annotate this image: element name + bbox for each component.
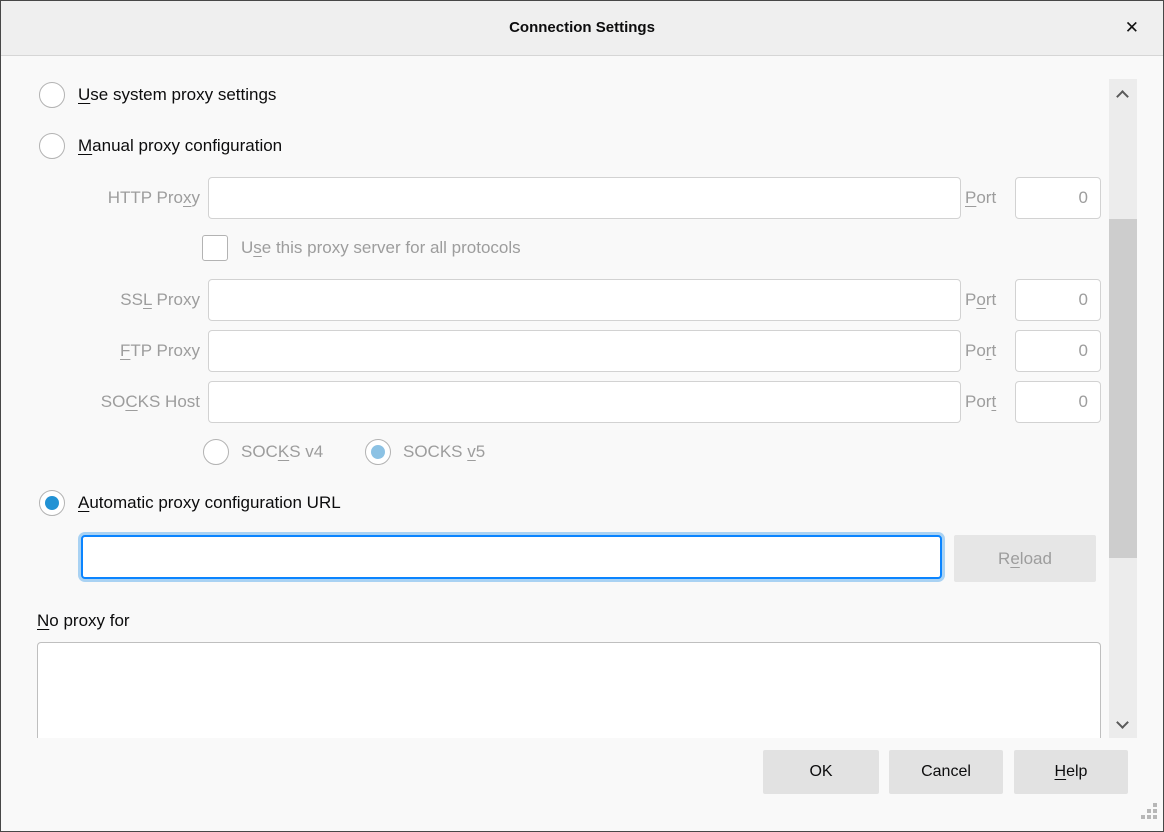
http-port-input[interactable] — [1015, 177, 1101, 219]
scroll-down-icon[interactable] — [1116, 716, 1129, 729]
accesskey-underline: K — [278, 442, 289, 461]
radio-dot — [371, 445, 385, 459]
label-text: o proxy for — [49, 611, 129, 630]
label-text: load — [1020, 549, 1052, 569]
label-text: SOCKS — [403, 442, 467, 461]
accesskey-underline: H — [1055, 763, 1067, 781]
dialog-title: Connection Settings — [1, 1, 1163, 55]
label-use-system-proxy[interactable]: Use system proxy settings — [78, 82, 276, 108]
label-text: utomatic proxy configuration URL — [89, 493, 340, 512]
ssl-proxy-input[interactable] — [208, 279, 961, 321]
help-button[interactable]: Help — [1014, 750, 1128, 794]
radio-automatic-proxy[interactable] — [39, 490, 65, 516]
label-ftp-port: Port — [965, 330, 996, 372]
accesskey-underline: F — [120, 341, 130, 360]
checkbox-share-proxy[interactable] — [202, 235, 228, 261]
reload-button[interactable]: Reload — [954, 535, 1096, 582]
label-text: anual proxy configuration — [92, 136, 282, 155]
accesskey-underline: P — [965, 188, 976, 207]
label-share-proxy[interactable]: Use this proxy server for all protocols — [241, 235, 521, 261]
label-text: y — [192, 188, 201, 207]
label-ftp-proxy: FTP Proxy — [1, 330, 200, 372]
accesskey-underline: s — [253, 238, 262, 257]
accesskey-underline: N — [37, 611, 49, 630]
ftp-port-input[interactable] — [1015, 330, 1101, 372]
accesskey-underline: x — [183, 188, 192, 207]
titlebar: Connection Settings ✕ — [1, 1, 1163, 56]
socks-port-input[interactable] — [1015, 381, 1101, 423]
label-manual-proxy[interactable]: Manual proxy configuration — [78, 133, 282, 159]
label-text: t — [991, 341, 996, 360]
label-text: 5 — [476, 442, 485, 461]
label-automatic-proxy[interactable]: Automatic proxy configuration URL — [78, 490, 341, 516]
radio-manual-proxy[interactable] — [39, 133, 65, 159]
no-proxy-textarea[interactable] — [37, 642, 1101, 738]
label-http-port: Port — [965, 177, 996, 219]
close-icon[interactable]: ✕ — [1119, 1, 1145, 55]
label-text: se system proxy settings — [90, 85, 276, 104]
accesskey-underline: C — [125, 392, 137, 411]
radio-dot — [45, 496, 59, 510]
label-ssl-proxy: SSL Proxy — [1, 279, 200, 321]
label-text: elp — [1066, 763, 1087, 781]
accesskey-underline: M — [78, 136, 92, 155]
label-no-proxy-for: No proxy for — [37, 608, 130, 634]
accesskey-underline: A — [78, 493, 89, 512]
socks-host-input[interactable] — [208, 381, 961, 423]
ok-button[interactable]: OK — [763, 750, 879, 794]
scrollbar[interactable] — [1109, 79, 1137, 738]
label-text: Proxy — [152, 290, 200, 309]
label-text: R — [998, 549, 1010, 569]
accesskey-underline: o — [976, 290, 985, 309]
label-text: rt — [986, 290, 996, 309]
label-text: SO — [101, 392, 126, 411]
label-text: TP Proxy — [130, 341, 200, 360]
label-socks-v4[interactable]: SOCKS v4 — [241, 439, 323, 465]
label-text: ort — [976, 188, 996, 207]
radio-use-system-proxy[interactable] — [39, 82, 65, 108]
scrollbar-thumb[interactable] — [1109, 219, 1137, 558]
label-socks-host: SOCKS Host — [1, 381, 200, 423]
resize-grip-icon[interactable] — [1141, 803, 1145, 807]
label-text: SOC — [241, 442, 278, 461]
label-text: SS — [120, 290, 143, 309]
radio-socks-v4[interactable] — [203, 439, 229, 465]
label-text: P — [965, 290, 976, 309]
http-proxy-input[interactable] — [208, 177, 961, 219]
cancel-button[interactable]: Cancel — [889, 750, 1003, 794]
ssl-port-input[interactable] — [1015, 279, 1101, 321]
accesskey-underline: L — [143, 290, 152, 309]
radio-socks-v5[interactable] — [365, 439, 391, 465]
label-http-proxy: HTTP Proxy — [1, 177, 200, 219]
connection-settings-dialog: Connection Settings ✕ Use system proxy s… — [0, 0, 1164, 832]
label-text: U — [241, 238, 253, 257]
accesskey-underline: t — [991, 392, 996, 411]
proxy-url-input[interactable] — [81, 535, 942, 579]
label-text: S v4 — [289, 442, 323, 461]
label-socks-v5[interactable]: SOCKS v5 — [403, 439, 485, 465]
label-text: Por — [965, 392, 991, 411]
label-text: HTTP Pro — [108, 188, 183, 207]
ftp-proxy-input[interactable] — [208, 330, 961, 372]
label-socks-port: Port — [965, 381, 996, 423]
accesskey-underline: e — [1010, 549, 1019, 569]
label-text: e this proxy server for all protocols — [262, 238, 521, 257]
accesskey-underline: v — [467, 442, 476, 461]
label-ssl-port: Port — [965, 279, 996, 321]
label-text: KS Host — [138, 392, 200, 411]
scroll-up-icon[interactable] — [1116, 90, 1129, 103]
accesskey-underline: U — [78, 85, 90, 104]
label-text: Po — [965, 341, 986, 360]
